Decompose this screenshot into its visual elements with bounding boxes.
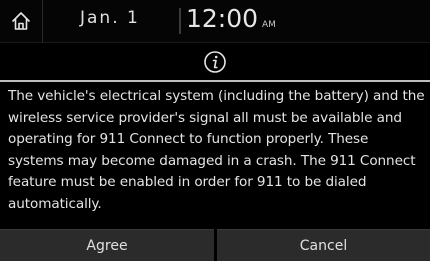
home-icon [12, 12, 30, 30]
date-display: Jan. 1 [80, 8, 140, 28]
cancel-button[interactable]: Cancel [217, 229, 430, 261]
ampm-indicator: AM [262, 20, 276, 30]
status-bar: Jan. 1 12:00 AM [0, 0, 430, 42]
dialog-header [0, 42, 430, 80]
info-icon [204, 50, 226, 73]
status-separator [179, 8, 181, 34]
time-display: 12:00 [186, 4, 259, 33]
screen: Jan. 1 12:00 AM The vehicle's electrical… [0, 0, 430, 261]
home-button[interactable] [0, 0, 43, 42]
agree-button[interactable]: Agree [0, 229, 214, 261]
header-divider [0, 80, 430, 82]
dialog-message: The vehicle's electrical system (includi… [8, 88, 425, 212]
cancel-button-label: Cancel [299, 238, 348, 254]
agree-button-label: Agree [86, 238, 128, 254]
